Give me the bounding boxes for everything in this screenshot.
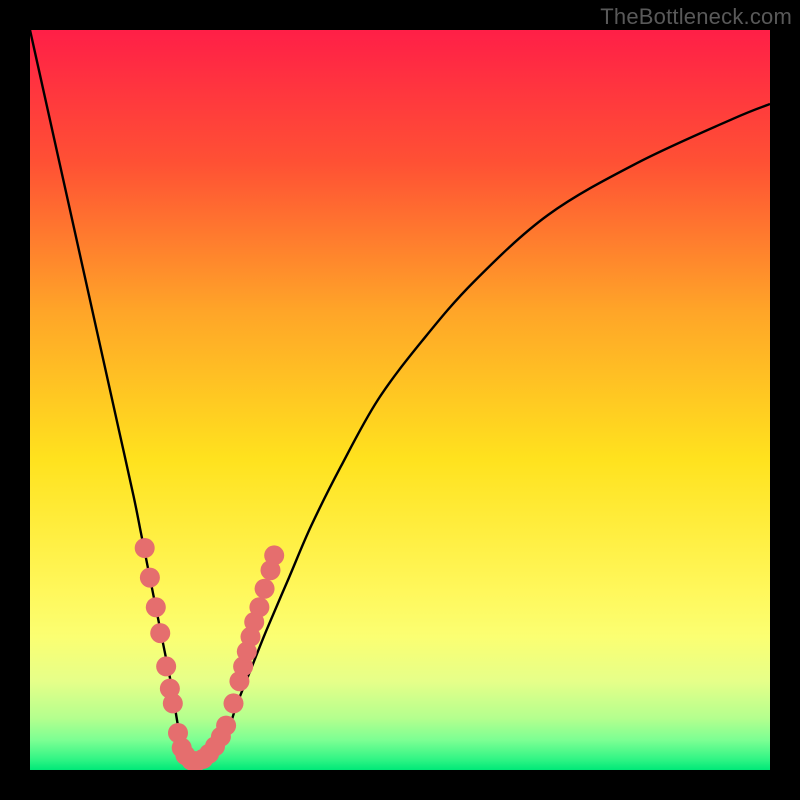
marker-point: [264, 545, 284, 565]
chart-svg: [30, 30, 770, 770]
watermark-text: TheBottleneck.com: [600, 4, 792, 30]
plot-area: [30, 30, 770, 770]
marker-point: [150, 623, 170, 643]
marker-point: [163, 693, 183, 713]
marker-point: [146, 597, 166, 617]
chart-container: TheBottleneck.com: [0, 0, 800, 800]
marker-point: [216, 716, 236, 736]
marker-point: [140, 568, 160, 588]
marker-point: [249, 597, 269, 617]
marker-point: [156, 656, 176, 676]
marker-point: [224, 693, 244, 713]
marker-point: [255, 579, 275, 599]
gradient-background: [30, 30, 770, 770]
marker-point: [135, 538, 155, 558]
